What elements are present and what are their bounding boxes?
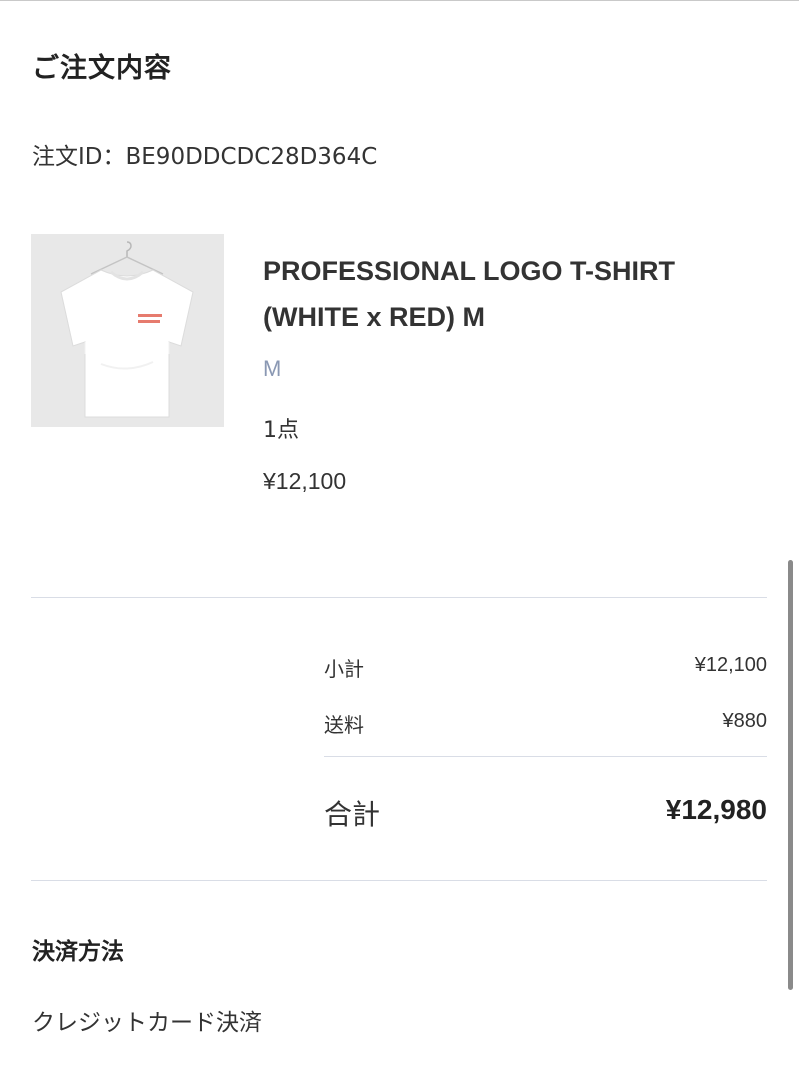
- order-details-page: ご注文内容 注文ID：BE90DDCDC28D364C PROFESSIONAL…: [0, 0, 799, 1080]
- items-divider: [31, 597, 767, 598]
- total-label: 合計: [324, 798, 381, 831]
- shipping-value: ¥880: [722, 710, 768, 732]
- product-name[interactable]: PROFESSIONAL LOGO T-SHIRT (WHITE x RED) …: [263, 248, 763, 340]
- product-price: ¥12,100: [263, 468, 347, 494]
- shipping-label: 送料: [324, 713, 364, 737]
- tshirt-icon: [31, 234, 224, 427]
- top-divider: [0, 0, 799, 1]
- order-summary-title: ご注文内容: [32, 53, 172, 84]
- product-name-line1: PROFESSIONAL LOGO T-SHIRT: [263, 256, 676, 286]
- payment-divider: [31, 880, 767, 881]
- order-id: 注文ID：BE90DDCDC28D364C: [32, 144, 378, 170]
- totals-divider: [324, 756, 767, 757]
- payment-method-value: クレジットカード決済: [32, 1010, 262, 1036]
- total-value: ¥12,980: [665, 794, 767, 825]
- subtotal-label: 小計: [324, 657, 364, 681]
- product-variant: M: [263, 356, 282, 381]
- subtotal-value: ¥12,100: [694, 654, 767, 676]
- scrollbar-thumb[interactable]: [788, 560, 793, 990]
- payment-method-title: 決済方法: [32, 939, 124, 965]
- product-thumbnail[interactable]: [31, 234, 224, 427]
- product-name-line2: (WHITE x RED) M: [263, 302, 485, 332]
- product-quantity: 1点: [263, 418, 299, 443]
